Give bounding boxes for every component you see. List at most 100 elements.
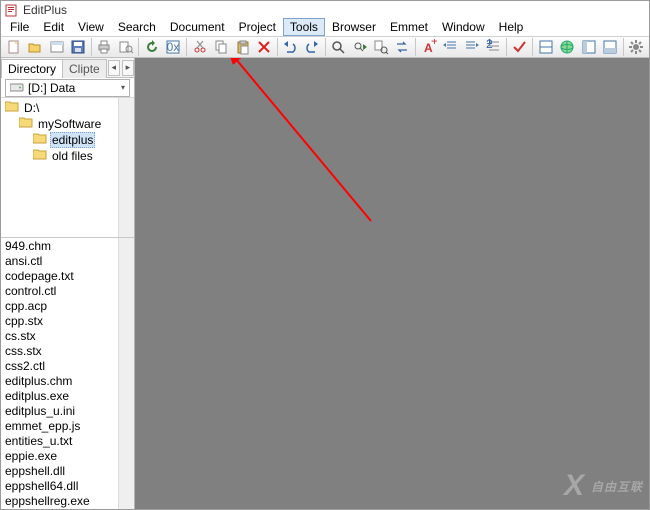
replace-icon[interactable]	[392, 37, 413, 57]
indent-left-icon[interactable]	[440, 37, 461, 57]
file-item[interactable]: css2.ctl	[1, 358, 134, 373]
menu-project[interactable]: Project	[232, 18, 283, 36]
watermark-logo-icon: X	[564, 469, 585, 503]
menu-view[interactable]: View	[71, 18, 111, 36]
file-item[interactable]: cpp.stx	[1, 313, 134, 328]
check-icon[interactable]	[509, 37, 530, 57]
undo-icon[interactable]	[280, 37, 301, 57]
find-icon[interactable]	[328, 37, 349, 57]
toolbar-separator	[415, 38, 416, 56]
side-tabs: Directory Clipte ◂ ▸	[1, 58, 134, 78]
tab-directory[interactable]: Directory	[1, 59, 63, 78]
file-item[interactable]: codepage.txt	[1, 268, 134, 283]
cut-icon[interactable]	[189, 37, 210, 57]
toolbar-separator	[277, 38, 278, 56]
window-split-icon[interactable]	[535, 37, 556, 57]
file-item[interactable]: control.ctl	[1, 283, 134, 298]
watermark: X 自由互联	[564, 469, 643, 503]
file-list-scrollbar[interactable]	[118, 238, 134, 509]
file-item[interactable]: css.stx	[1, 343, 134, 358]
tree-item-label: D:\	[22, 101, 41, 115]
tree-item-label: old files	[50, 149, 95, 163]
tab-cliptext[interactable]: Clipte	[62, 59, 107, 78]
toolbar-separator	[623, 38, 624, 56]
toolbar-separator	[506, 38, 507, 56]
file-item[interactable]: cpp.acp	[1, 298, 134, 313]
file-item[interactable]: eppshellreg32.exe	[1, 508, 134, 509]
find-next-icon[interactable]	[349, 37, 370, 57]
menu-help[interactable]: Help	[492, 18, 531, 36]
app-title: EditPlus	[23, 3, 67, 17]
file-item[interactable]: eppshellreg.exe	[1, 493, 134, 508]
print-icon[interactable]	[94, 37, 115, 57]
output-icon[interactable]	[599, 37, 620, 57]
file-item[interactable]: editplus.chm	[1, 373, 134, 388]
file-item[interactable]: eppshell64.dll	[1, 478, 134, 493]
menu-file[interactable]: File	[3, 18, 36, 36]
title-bar: EditPlus	[1, 1, 649, 18]
menu-tools[interactable]: Tools	[283, 18, 325, 36]
app-body: Directory Clipte ◂ ▸ [D:] Data ▾ D:\mySo…	[1, 58, 649, 509]
paste-icon[interactable]	[232, 37, 253, 57]
font-bigger-icon[interactable]: A+	[418, 37, 439, 57]
file-item[interactable]: 949.chm	[1, 238, 134, 253]
tree-item[interactable]: old files	[1, 148, 134, 164]
tree-item[interactable]: mySoftware	[1, 116, 134, 132]
folder-icon	[19, 117, 33, 131]
new-browser-icon[interactable]	[46, 37, 67, 57]
menu-bar: FileEditViewSearchDocumentProjectToolsBr…	[1, 18, 649, 37]
file-item[interactable]: editplus_u.ini	[1, 403, 134, 418]
redo-icon[interactable]	[301, 37, 322, 57]
reload-icon[interactable]	[141, 37, 162, 57]
menu-edit[interactable]: Edit	[36, 18, 71, 36]
copy-icon[interactable]	[211, 37, 232, 57]
tree-item-label: editplus	[50, 132, 95, 148]
editor-area: X 自由互联	[135, 58, 649, 509]
file-item[interactable]: cs.stx	[1, 328, 134, 343]
folder-icon	[5, 101, 19, 115]
menu-window[interactable]: Window	[435, 18, 492, 36]
folder-icon	[33, 149, 47, 163]
file-item[interactable]: emmet_epp.js	[1, 418, 134, 433]
delete-icon[interactable]	[253, 37, 274, 57]
tab-scroll-left[interactable]: ◂	[108, 60, 120, 76]
svg-text:+: +	[431, 39, 437, 48]
menu-search[interactable]: Search	[111, 18, 163, 36]
file-item[interactable]: eppie.exe	[1, 448, 134, 463]
svg-text:0x: 0x	[167, 40, 180, 54]
file-item[interactable]: editplus.exe	[1, 388, 134, 403]
sidebar-icon[interactable]	[578, 37, 599, 57]
side-panel: Directory Clipte ◂ ▸ [D:] Data ▾ D:\mySo…	[1, 58, 135, 509]
line-number-icon[interactable]: 12	[482, 37, 503, 57]
toolbar-separator	[138, 38, 139, 56]
file-item[interactable]: eppshell.dll	[1, 463, 134, 478]
annotation-arrow	[135, 58, 649, 509]
menu-document[interactable]: Document	[163, 18, 232, 36]
tree-item[interactable]: D:\	[1, 100, 134, 116]
drive-selector[interactable]: [D:] Data ▾	[1, 78, 134, 98]
open-icon[interactable]	[24, 37, 45, 57]
app-window: EditPlus FileEditViewSearchDocumentProje…	[0, 0, 650, 510]
find-files-icon[interactable]	[370, 37, 391, 57]
tree-item[interactable]: editplus	[1, 132, 134, 148]
menu-emmet[interactable]: Emmet	[383, 18, 435, 36]
drive-combo[interactable]: [D:] Data ▾	[5, 79, 130, 97]
hex-icon[interactable]: 0x	[163, 37, 184, 57]
file-item[interactable]: ansi.ctl	[1, 253, 134, 268]
menu-browser[interactable]: Browser	[325, 18, 383, 36]
settings-icon[interactable]	[626, 37, 647, 57]
watermark-text: 自由互联	[591, 478, 643, 495]
folder-tree[interactable]: D:\mySoftwareeditplusold files	[1, 98, 134, 238]
new-icon[interactable]	[3, 37, 24, 57]
browser-icon[interactable]	[557, 37, 578, 57]
chevron-down-icon: ▾	[121, 83, 125, 92]
tree-scrollbar[interactable]	[118, 98, 134, 237]
save-icon[interactable]	[67, 37, 88, 57]
file-item[interactable]: entities_u.txt	[1, 433, 134, 448]
tab-scroll-right[interactable]: ▸	[122, 60, 134, 76]
print-preview-icon[interactable]	[115, 37, 136, 57]
drive-label-text: [D:] Data	[28, 81, 75, 95]
toolbar-separator	[186, 38, 187, 56]
indent-right-icon[interactable]	[461, 37, 482, 57]
file-list[interactable]: 949.chmansi.ctlcodepage.txtcontrol.ctlcp…	[1, 238, 134, 509]
